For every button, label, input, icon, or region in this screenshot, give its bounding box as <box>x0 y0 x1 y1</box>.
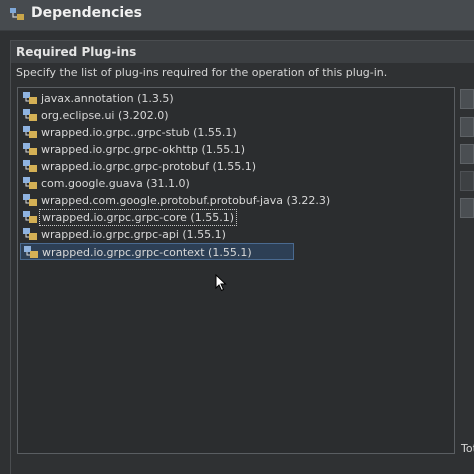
plugin-icon <box>23 228 37 240</box>
title-bar: Dependencies <box>0 0 474 30</box>
section-title: Required Plug-ins <box>16 45 137 59</box>
page-title: Dependencies <box>31 5 143 21</box>
section-description: Specify the list of plug-ins required fo… <box>16 66 388 79</box>
plugin-label: wrapped.io.grpc..grpc-stub (1.55.1) <box>41 126 237 139</box>
divider <box>0 30 474 31</box>
plugin-icon <box>23 126 37 138</box>
total-label: Tot <box>461 442 474 455</box>
plugin-icon <box>23 211 37 223</box>
properties-button[interactable] <box>460 198 474 218</box>
plugin-label: org.eclipse.ui (3.202.0) <box>41 109 169 122</box>
section-header[interactable]: Required Plug-ins <box>11 41 474 63</box>
plugin-label: wrapped.io.grpc.grpc-core (1.55.1) <box>39 209 237 226</box>
plugin-label: wrapped.io.grpc.grpc-protobuf (1.55.1) <box>41 160 257 173</box>
mouse-cursor-icon <box>215 274 227 292</box>
plugin-label: wrapped.io.grpc.grpc-okhttp (1.55.1) <box>41 143 246 156</box>
plugin-label: com.google.guava (31.1.0) <box>41 177 190 190</box>
plugin-list[interactable]: javax.annotation (1.3.5) org.eclipse.ui … <box>17 87 455 454</box>
remove-button[interactable] <box>460 117 474 137</box>
add-button[interactable] <box>460 89 474 109</box>
dependencies-icon <box>10 8 24 20</box>
plugin-label: wrapped.com.google.protobuf.protobuf-jav… <box>41 194 331 207</box>
plugin-icon <box>23 109 37 121</box>
up-button[interactable] <box>460 144 474 164</box>
plugin-label: wrapped.io.grpc.grpc-api (1.55.1) <box>41 228 226 241</box>
plugin-icon <box>23 92 37 104</box>
plugin-icon <box>23 160 37 172</box>
list-item-selected[interactable]: wrapped.io.grpc.grpc-context (1.55.1) <box>20 243 294 260</box>
plugin-label: wrapped.io.grpc.grpc-context (1.55.1) <box>42 246 252 259</box>
plugin-icon <box>23 143 37 155</box>
down-button[interactable] <box>460 171 474 191</box>
plugin-icon <box>24 246 38 258</box>
plugin-label: javax.annotation (1.3.5) <box>41 92 174 105</box>
plugin-icon <box>23 177 37 189</box>
plugin-icon <box>23 194 37 206</box>
